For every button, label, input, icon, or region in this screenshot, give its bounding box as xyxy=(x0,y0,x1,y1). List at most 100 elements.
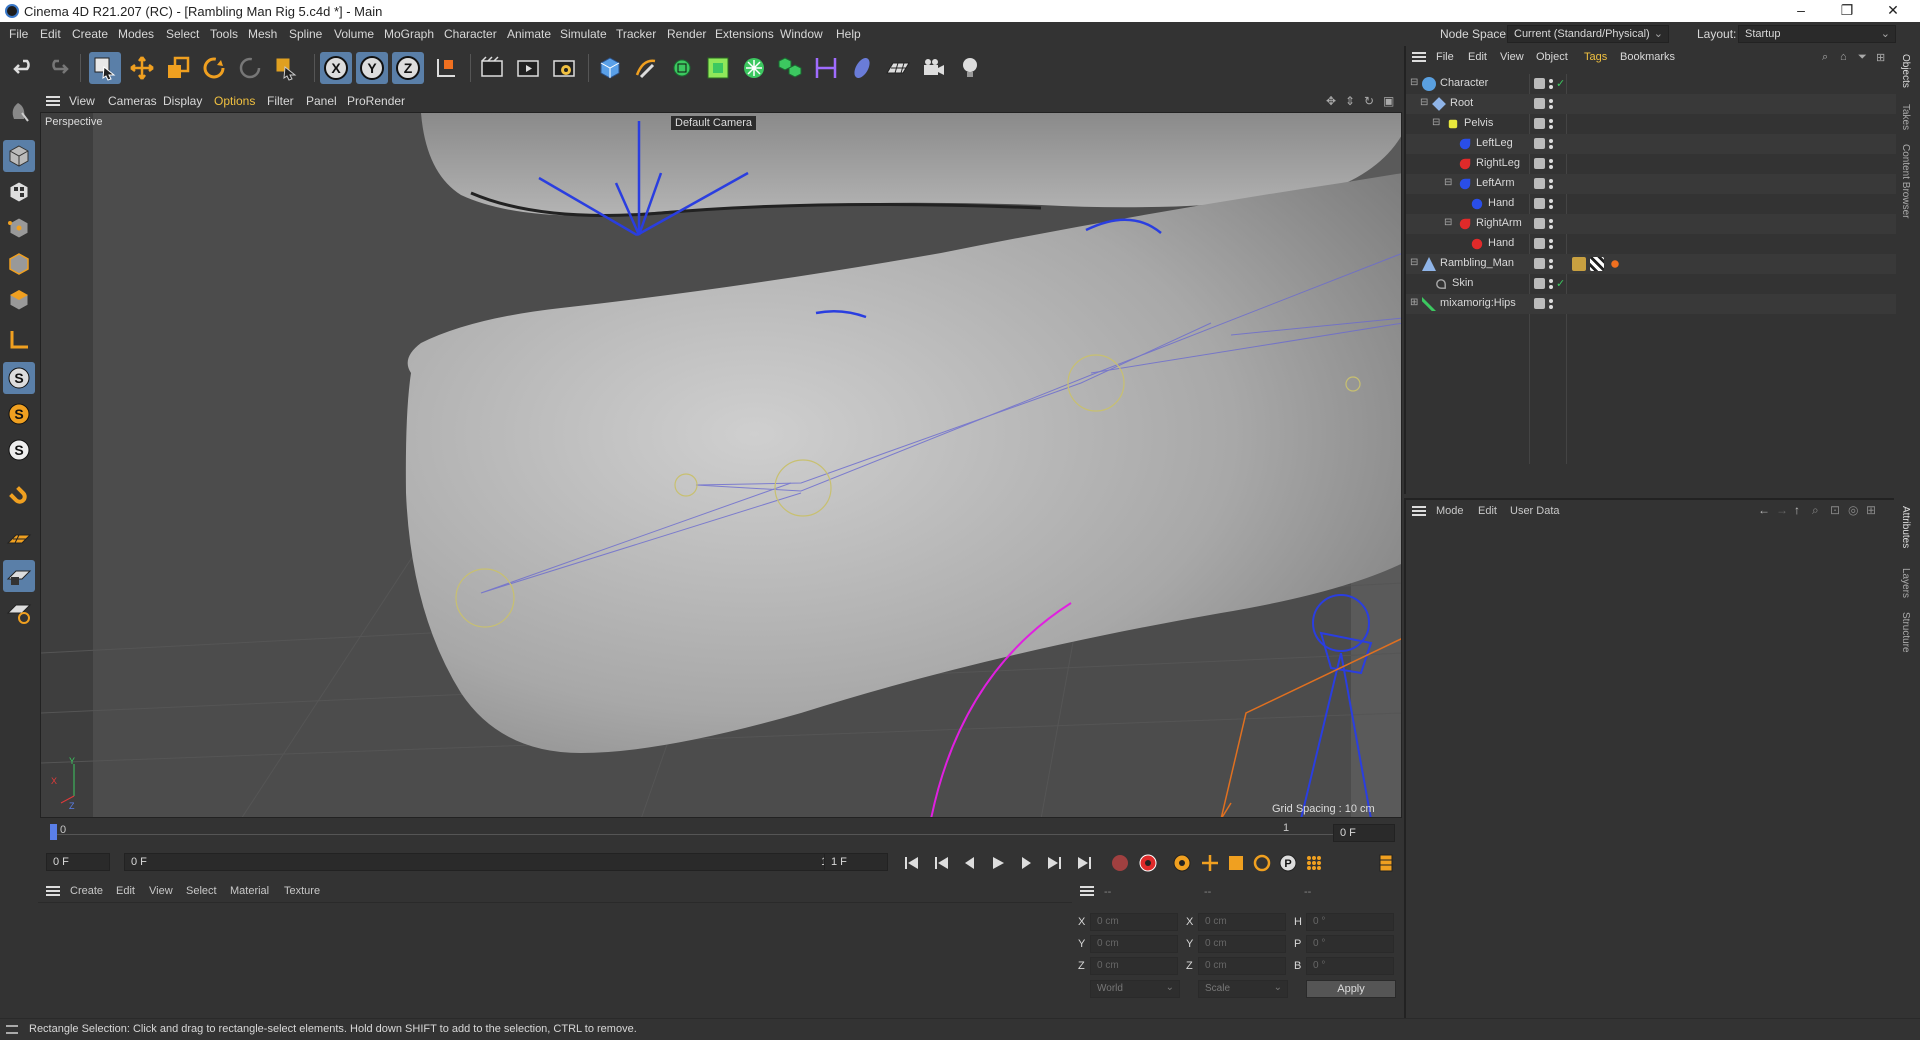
menu-mograph[interactable]: MoGraph xyxy=(384,27,434,41)
position-x-field[interactable]: 0 cm xyxy=(1090,913,1178,931)
menu-modes[interactable]: Modes xyxy=(118,27,154,41)
attr-menu-mode[interactable]: Mode xyxy=(1436,505,1464,517)
tab-content-browser[interactable]: Content Browser xyxy=(1900,144,1911,218)
current-frame-field[interactable]: 0 F xyxy=(1333,824,1395,842)
material-menu-create[interactable]: Create xyxy=(70,885,103,897)
layer-icon[interactable] xyxy=(1534,278,1545,289)
menu-render[interactable]: Render xyxy=(667,27,706,41)
attr-menu-edit[interactable]: Edit xyxy=(1478,505,1497,517)
deformer-icon[interactable] xyxy=(846,52,878,84)
history-icon[interactable]: ◎ xyxy=(1848,503,1858,517)
tab-attributes[interactable]: Attributes xyxy=(1900,506,1911,548)
coordinate-system-icon[interactable] xyxy=(430,52,462,84)
enabled-check-icon[interactable]: ✓ xyxy=(1556,77,1565,90)
visibility-render-dot[interactable] xyxy=(1549,225,1553,229)
texture-tag-icon[interactable] xyxy=(1590,257,1604,271)
menu-volume[interactable]: Volume xyxy=(334,27,374,41)
material-menu-view[interactable]: View xyxy=(149,885,173,897)
tab-layers[interactable]: Layers xyxy=(1900,568,1911,598)
layer-icon[interactable] xyxy=(1534,238,1545,249)
subdivision-icon[interactable] xyxy=(666,52,698,84)
visibility-render-dot[interactable] xyxy=(1549,165,1553,169)
material-menu-edit[interactable]: Edit xyxy=(116,885,135,897)
viewport-menu-display[interactable]: Display xyxy=(163,94,202,108)
pen-icon[interactable] xyxy=(630,52,662,84)
go-to-end-icon[interactable] xyxy=(1072,852,1096,874)
viewport-menu-options[interactable]: Options xyxy=(214,94,255,108)
viewport-menu-filter[interactable]: Filter xyxy=(267,94,294,108)
position-y-field[interactable]: 0 cm xyxy=(1090,935,1178,953)
viewport-pan-icon[interactable]: ✥ xyxy=(1326,94,1336,108)
visibility-render-dot[interactable] xyxy=(1549,285,1553,289)
object-menu-file[interactable]: File xyxy=(1436,51,1454,63)
hamburger-icon[interactable] xyxy=(1080,886,1094,896)
apply-button[interactable]: Apply xyxy=(1306,980,1396,998)
x-axis-icon[interactable]: X xyxy=(320,52,352,84)
points-mode-icon[interactable] xyxy=(3,212,35,244)
tree-row[interactable]: ⊟ Root xyxy=(1406,94,1896,114)
tree-row[interactable]: Hand xyxy=(1406,194,1896,214)
visibility-editor-dot[interactable] xyxy=(1549,219,1553,223)
tab-objects[interactable]: Objects xyxy=(1900,54,1911,88)
timeline-playhead[interactable] xyxy=(50,824,57,840)
planar-workplane-icon[interactable] xyxy=(3,596,35,628)
menu-edit[interactable]: Edit xyxy=(40,27,61,41)
edges-mode-icon[interactable] xyxy=(3,248,35,280)
locked-workplane-icon[interactable] xyxy=(3,560,35,592)
timeline-ruler[interactable]: 0 1 0 F xyxy=(38,822,1402,844)
rotation-p-field[interactable]: 0 ° xyxy=(1306,935,1394,953)
layer-icon[interactable] xyxy=(1534,98,1545,109)
visibility-editor-dot[interactable] xyxy=(1549,159,1553,163)
frame-range-slider[interactable]: 0 F 1 F xyxy=(124,853,844,871)
material-menu-material[interactable]: Material xyxy=(230,885,269,897)
rotation-b-field[interactable]: 0 ° xyxy=(1306,957,1394,975)
texture-mode-icon[interactable] xyxy=(3,176,35,208)
visibility-render-dot[interactable] xyxy=(1549,125,1553,129)
close-button[interactable]: ✕ xyxy=(1870,0,1916,22)
position-z-field[interactable]: 0 cm xyxy=(1090,957,1178,975)
viewport-menu-view[interactable]: View xyxy=(69,94,95,108)
layer-icon[interactable] xyxy=(1534,198,1545,209)
forward-arrow-icon[interactable]: → xyxy=(1776,503,1788,517)
object-menu-view[interactable]: View xyxy=(1500,51,1524,63)
attr-menu-user-data[interactable]: User Data xyxy=(1510,505,1560,517)
prev-frame-icon[interactable] xyxy=(958,852,982,874)
expand-icon[interactable]: ⊞ xyxy=(1410,297,1418,308)
tree-row[interactable]: ⊟ RightArm xyxy=(1406,214,1896,234)
hamburger-icon[interactable] xyxy=(46,96,60,106)
visibility-render-dot[interactable] xyxy=(1549,145,1553,149)
menu-tracker[interactable]: Tracker xyxy=(616,27,656,41)
object-menu-edit[interactable]: Edit xyxy=(1468,51,1487,63)
viewport-dolly-icon[interactable]: ⇕ xyxy=(1345,94,1355,108)
extrude-icon[interactable] xyxy=(702,52,734,84)
rectangle-selection-icon[interactable] xyxy=(270,52,302,84)
key-position-icon[interactable] xyxy=(1198,852,1222,874)
autokeying-icon[interactable] xyxy=(1136,852,1160,874)
layout-dropdown[interactable]: Startup ⌄ xyxy=(1738,25,1896,43)
layer-icon[interactable] xyxy=(1534,78,1545,89)
viewport-menu-cameras[interactable]: Cameras xyxy=(108,94,157,108)
cloner-icon[interactable] xyxy=(738,52,770,84)
visibility-render-dot[interactable] xyxy=(1549,185,1553,189)
visibility-editor-dot[interactable] xyxy=(1549,139,1553,143)
menu-file[interactable]: File xyxy=(9,27,28,41)
axis-mode-icon[interactable] xyxy=(3,324,35,356)
size-mode-dropdown[interactable]: Scale ⌄ xyxy=(1198,980,1288,998)
hamburger-icon[interactable] xyxy=(1412,506,1426,516)
visibility-editor-dot[interactable] xyxy=(1549,119,1553,123)
visibility-render-dot[interactable] xyxy=(1549,245,1553,249)
new-window-icon[interactable]: ⊞ xyxy=(1866,503,1876,517)
bend-icon[interactable] xyxy=(810,52,842,84)
collapse-icon[interactable]: ⊟ xyxy=(1444,177,1452,188)
camera-icon[interactable] xyxy=(918,52,950,84)
menu-extensions[interactable]: Extensions xyxy=(715,27,774,41)
record-active-icon[interactable] xyxy=(1108,852,1132,874)
object-menu-bookmarks[interactable]: Bookmarks xyxy=(1620,51,1675,63)
layer-icon[interactable] xyxy=(1534,138,1545,149)
visibility-editor-dot[interactable] xyxy=(1549,299,1553,303)
material-menu-select[interactable]: Select xyxy=(186,885,217,897)
layer-icon[interactable] xyxy=(1534,298,1545,309)
key-parameter-icon[interactable]: P xyxy=(1276,852,1300,874)
z-axis-icon[interactable]: Z xyxy=(392,52,424,84)
new-window-icon[interactable]: ⊞ xyxy=(1876,51,1885,64)
